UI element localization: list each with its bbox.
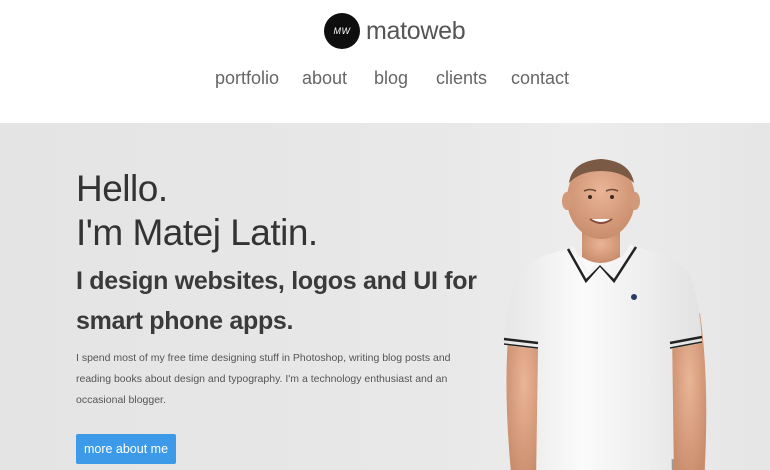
nav-item-contact[interactable]: contact [511, 68, 569, 89]
nav-item-about[interactable]: about [302, 68, 347, 89]
hero-section: Hello. I'm Matej Latin. I design website… [0, 123, 770, 470]
logo[interactable]: MW matoweb [324, 13, 466, 49]
hero-greeting: Hello. [76, 168, 168, 209]
hero-name: I'm Matej Latin. [76, 212, 318, 253]
more-about-me-button[interactable]: more about me [76, 434, 176, 464]
hero-tagline: I design websites, logos and UI for smar… [76, 267, 477, 335]
hero-heading: Hello. I'm Matej Latin. [76, 167, 318, 255]
site-header: MW matoweb portfolio about blog clients … [0, 0, 770, 123]
hero-bio: I spend most of my free time designing s… [76, 352, 451, 406]
nav-item-portfolio[interactable]: portfolio [215, 68, 279, 89]
nav-item-clients[interactable]: clients [436, 68, 487, 89]
logo-text: matoweb [366, 16, 466, 45]
logo-mark-icon: MW [324, 13, 360, 49]
nav-item-blog[interactable]: blog [374, 68, 408, 89]
portrait-photo [503, 159, 707, 470]
